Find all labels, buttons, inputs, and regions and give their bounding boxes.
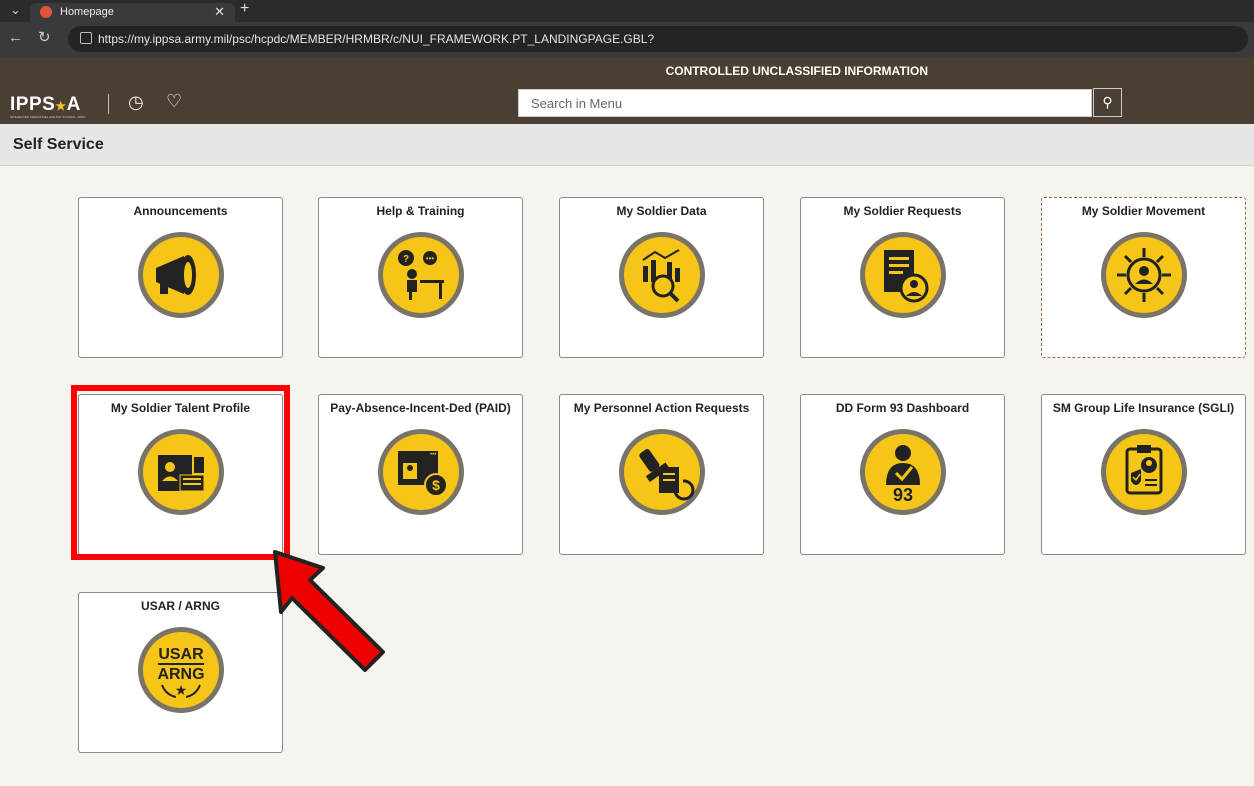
svg-text:•••: ••• (430, 452, 436, 458)
svg-text:USAR: USAR (158, 646, 204, 663)
recent-history-icon[interactable]: ◷ (128, 92, 144, 113)
data-analysis-icon (619, 232, 705, 318)
site-info-icon[interactable] (80, 32, 92, 44)
cui-banner-text: CONTROLLED UNCLASSIFIED INFORMATION (665, 64, 928, 78)
pay-dollar-icon: ••• $ (378, 429, 464, 515)
new-tab-icon[interactable]: + (240, 0, 249, 18)
svg-text:$: $ (432, 477, 440, 493)
favicon-icon (40, 6, 52, 18)
tile-my-personnel-action-requests[interactable]: My Personnel Action Requests (559, 394, 764, 555)
ippsa-logo[interactable]: IPPS★A (10, 94, 81, 116)
back-arrow-icon[interactable]: ← (8, 29, 23, 46)
usar-arng-badge-icon: USAR ARNG ★ (138, 627, 224, 713)
tile-sm-group-life-insurance[interactable]: SM Group Life Insurance (SGLI) (1041, 394, 1246, 555)
svg-text:•••: ••• (426, 254, 435, 263)
browser-tab[interactable]: Homepage ✕ (30, 3, 235, 22)
svg-text:ARNG: ARNG (157, 666, 204, 683)
url-field[interactable]: https://my.ippsa.army.mil/psc/hcpdc/MEMB… (68, 26, 1248, 52)
requests-document-icon (860, 232, 946, 318)
tile-title: My Soldier Movement (1081, 204, 1206, 218)
tile-title: Help & Training (376, 204, 465, 218)
header-divider (108, 94, 109, 114)
megaphone-icon (138, 232, 224, 318)
dd93-soldier-icon: 93 (860, 429, 946, 515)
tile-my-soldier-requests[interactable]: My Soldier Requests (800, 197, 1005, 358)
tab-list-chevron-icon[interactable]: ⌄ (10, 2, 21, 18)
tile-title: Announcements (133, 204, 228, 218)
search-icon: ⚲ (1102, 94, 1113, 110)
reload-icon[interactable]: ↻ (38, 28, 51, 46)
tile-title: My Soldier Data (616, 204, 707, 218)
browser-tab-bar: ⌄ Homepage ✕ + (0, 0, 1254, 22)
svg-text:?: ? (403, 254, 409, 265)
page-title-bar: Self Service (0, 124, 1254, 166)
tile-help-training[interactable]: Help & Training ? ••• (318, 197, 523, 358)
favorites-heart-icon[interactable]: ♡ (166, 91, 182, 112)
url-text: https://my.ippsa.army.mil/psc/hcpdc/MEMB… (98, 32, 655, 46)
menu-search-input[interactable] (518, 89, 1092, 117)
tile-my-soldier-movement[interactable]: My Soldier Movement (1041, 197, 1246, 358)
tile-dd-form-93-dashboard[interactable]: DD Form 93 Dashboard 93 (800, 394, 1005, 555)
highlight-box (71, 385, 290, 560)
search-button[interactable]: ⚲ (1093, 88, 1122, 117)
page-title: Self Service (13, 136, 104, 153)
tile-title: SM Group Life Insurance (SGLI) (1052, 401, 1235, 415)
svg-text:★: ★ (175, 683, 188, 699)
logo-tagline: INTEGRATED PERSONNEL AND PAY SYSTEM - AR… (10, 115, 87, 119)
help-training-icon: ? ••• (378, 232, 464, 318)
stamp-action-icon (619, 429, 705, 515)
svg-text:93: 93 (893, 485, 913, 505)
tile-pay-absence-incent-ded[interactable]: Pay-Absence-Incent-Ded (PAID) ••• $ (318, 394, 523, 555)
tab-title: Homepage (60, 6, 114, 18)
tile-usar-arng[interactable]: USAR / ARNG USAR ARNG ★ (78, 592, 283, 753)
tab-close-icon[interactable]: ✕ (214, 4, 225, 20)
tile-title: My Personnel Action Requests (573, 401, 750, 415)
movement-icon (1101, 232, 1187, 318)
red-arrow-icon (273, 550, 385, 672)
cui-banner: CONTROLLED UNCLASSIFIED INFORMATION (0, 58, 1254, 82)
tile-title: Pay-Absence-Incent-Ded (PAID) (330, 401, 511, 415)
tile-announcements[interactable]: Announcements (78, 197, 283, 358)
address-bar: ← ↻ https://my.ippsa.army.mil/psc/hcpdc/… (0, 22, 1254, 58)
tile-title: DD Form 93 Dashboard (835, 401, 970, 415)
tile-title: My Soldier Requests (843, 204, 962, 218)
tile-my-soldier-data[interactable]: My Soldier Data (559, 197, 764, 358)
tile-title: USAR / ARNG (141, 599, 220, 613)
insurance-clipboard-icon (1101, 429, 1187, 515)
